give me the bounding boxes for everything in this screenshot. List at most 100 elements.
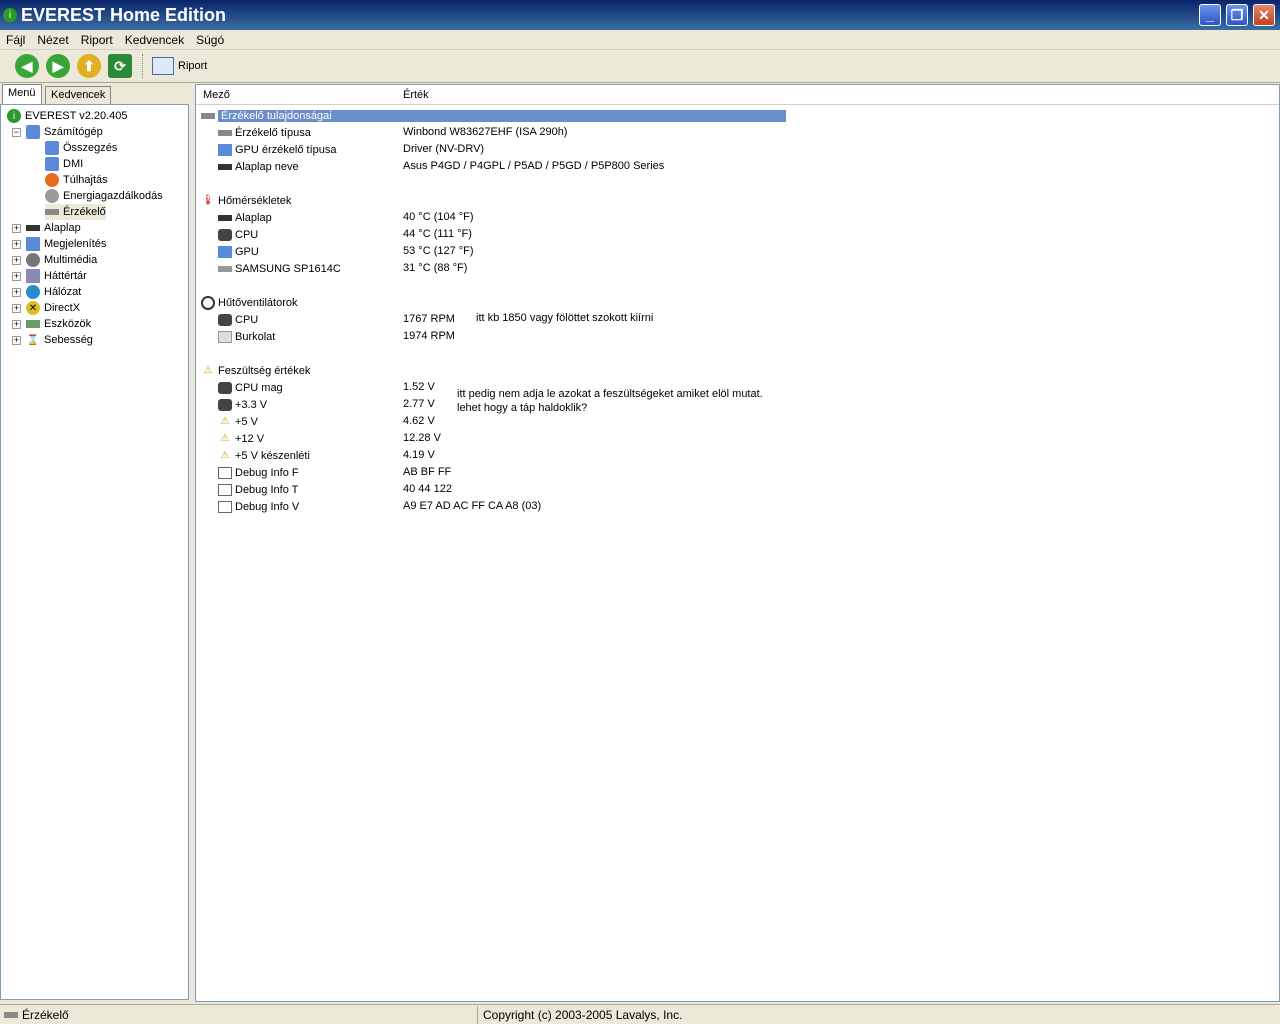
list-item[interactable]: Érzékelő típusa: [218, 124, 311, 141]
value-text: A9 E7 AD AC FF CA A8 (03): [403, 500, 542, 512]
refresh-icon[interactable]: ⟳: [108, 54, 132, 78]
voltage-note-line-1: itt pedig nem adja le azokat a feszültsé…: [457, 388, 763, 400]
expand-icon[interactable]: +: [12, 320, 21, 329]
expand-icon[interactable]: +: [12, 224, 21, 233]
list-item[interactable]: Alaplap neve: [218, 158, 299, 175]
list-item[interactable]: Alaplap: [218, 209, 272, 226]
menu-favorites[interactable]: Kedvencek: [119, 33, 190, 47]
computer-icon: [26, 125, 40, 139]
toolbar-separator: [142, 54, 144, 78]
cpu-icon: [218, 228, 232, 241]
tree-motherboard[interactable]: Alaplap: [26, 220, 81, 236]
disk-icon: [26, 269, 40, 283]
list-item[interactable]: CPU: [218, 226, 258, 243]
fan-note: itt kb 1850 vagy fölöttet szokott kiírni: [476, 312, 654, 324]
close-button[interactable]: ✕: [1253, 4, 1275, 26]
tree-sensor[interactable]: Érzékelő: [45, 204, 106, 220]
monitor-icon: [218, 245, 232, 258]
expand-icon[interactable]: +: [12, 272, 21, 281]
menu-file[interactable]: Fájl: [0, 33, 31, 47]
tree-computer[interactable]: Számítógép: [26, 124, 103, 140]
expand-icon[interactable]: +: [12, 288, 21, 297]
motherboard-icon: [218, 163, 232, 170]
tree-summary[interactable]: Összegzés: [45, 140, 117, 156]
list-item[interactable]: ⚠ +5 V: [218, 413, 258, 430]
detail-list: Mező Érték Érzékelő tulajdonságai Érzéke…: [195, 84, 1280, 1002]
title-bar: i EVEREST Home Edition _ ❐ ✕: [0, 0, 1280, 30]
menu-report[interactable]: Riport: [75, 33, 119, 47]
tree-directx[interactable]: ✕ DirectX: [26, 300, 80, 316]
value-text: 4.62 V: [403, 415, 435, 427]
value-text: 1.52 V: [403, 381, 435, 393]
computer-icon: [45, 141, 59, 155]
value-text: 1974 RPM: [403, 330, 455, 342]
motherboard-icon: [218, 214, 232, 221]
disk-icon: [218, 265, 232, 272]
tree-root[interactable]: i EVEREST v2.20.405: [7, 108, 128, 124]
tree-multimedia[interactable]: Multimédia: [26, 252, 97, 268]
list-item[interactable]: CPU mag: [218, 379, 283, 396]
devices-icon: [26, 320, 40, 328]
tree-dmi[interactable]: DMI: [45, 156, 83, 172]
list-item[interactable]: Debug Info F: [218, 464, 299, 481]
fire-icon: [45, 173, 59, 187]
list-item[interactable]: ⚠ +12 V: [218, 430, 265, 447]
menu-help[interactable]: Súgó: [190, 33, 230, 47]
list-item[interactable]: ⚠ +5 V készenléti: [218, 447, 310, 464]
report-button[interactable]: Riport: [148, 55, 211, 77]
value-text: 31 °C (88 °F): [403, 262, 468, 274]
app-icon: i: [3, 8, 17, 22]
section-sensor-properties[interactable]: Érzékelő tulajdonságai: [201, 107, 787, 124]
list-item[interactable]: GPU: [218, 243, 259, 260]
tree-overclock[interactable]: Túlhajtás: [45, 172, 108, 188]
list-item[interactable]: SAMSUNG SP1614C: [218, 260, 341, 277]
list-item[interactable]: Debug Info T: [218, 481, 298, 498]
warning-icon: ⚠: [220, 416, 230, 427]
column-field[interactable]: Mező: [203, 89, 230, 101]
expand-icon[interactable]: +: [12, 336, 21, 345]
expand-icon[interactable]: +: [12, 240, 21, 249]
restore-button[interactable]: ❐: [1226, 4, 1248, 26]
sensor-icon: [45, 209, 59, 215]
speaker-icon: [26, 253, 40, 267]
value-text: 40 44 122: [403, 483, 452, 495]
section-voltages[interactable]: ⚠ Feszültség értékek: [201, 362, 311, 379]
value-text: 1767 RPM: [403, 313, 455, 325]
forward-arrow-icon[interactable]: ▶: [46, 54, 70, 78]
directx-icon: ✕: [26, 301, 40, 315]
column-value[interactable]: Érték: [403, 89, 429, 101]
up-folder-icon[interactable]: ⬆: [77, 54, 101, 78]
status-bar: Érzékelő Copyright (c) 2003-2005 Lavalys…: [0, 1004, 1280, 1024]
tree-devices[interactable]: Eszközök: [26, 316, 91, 332]
everest-icon: i: [7, 109, 21, 123]
expand-icon[interactable]: +: [12, 256, 21, 265]
tab-menu[interactable]: Menü: [2, 84, 42, 104]
computer-icon: [45, 157, 59, 171]
menu-view[interactable]: Nézet: [31, 33, 74, 47]
report-icon: [152, 57, 174, 75]
tree-power[interactable]: Energiagazdálkodás: [45, 188, 163, 204]
section-temperatures[interactable]: 🌡 Hőmérsékletek: [201, 192, 292, 209]
hourglass-icon: ⌛: [26, 334, 40, 346]
expand-icon[interactable]: +: [12, 304, 21, 313]
tree-display[interactable]: Megjelenítés: [26, 236, 106, 252]
minimize-button[interactable]: _: [1199, 4, 1221, 26]
tab-favorites[interactable]: Kedvencek: [45, 86, 112, 104]
tree-benchmark[interactable]: ⌛ Sebesség: [26, 332, 93, 348]
list-item[interactable]: GPU érzékelő típusa: [218, 141, 337, 158]
list-item[interactable]: Debug Info V: [218, 498, 299, 515]
fan-icon: [201, 295, 215, 310]
thermometer-icon: 🌡: [201, 195, 215, 206]
tree-network[interactable]: Hálózat: [26, 284, 81, 300]
value-text: Driver (NV-DRV): [403, 143, 485, 155]
column-header: Mező Érték: [196, 85, 1279, 105]
list-item[interactable]: CPU: [218, 311, 258, 328]
report-label: Riport: [178, 60, 208, 72]
list-item[interactable]: +3.3 V: [218, 396, 267, 413]
collapse-icon[interactable]: −: [12, 128, 21, 137]
motherboard-icon: [26, 225, 40, 231]
tree-storage[interactable]: Háttértár: [26, 268, 87, 284]
section-fans[interactable]: Hűtőventilátorok: [201, 294, 298, 311]
back-arrow-icon[interactable]: ◀: [15, 54, 39, 78]
list-item[interactable]: Burkolat: [218, 328, 275, 345]
